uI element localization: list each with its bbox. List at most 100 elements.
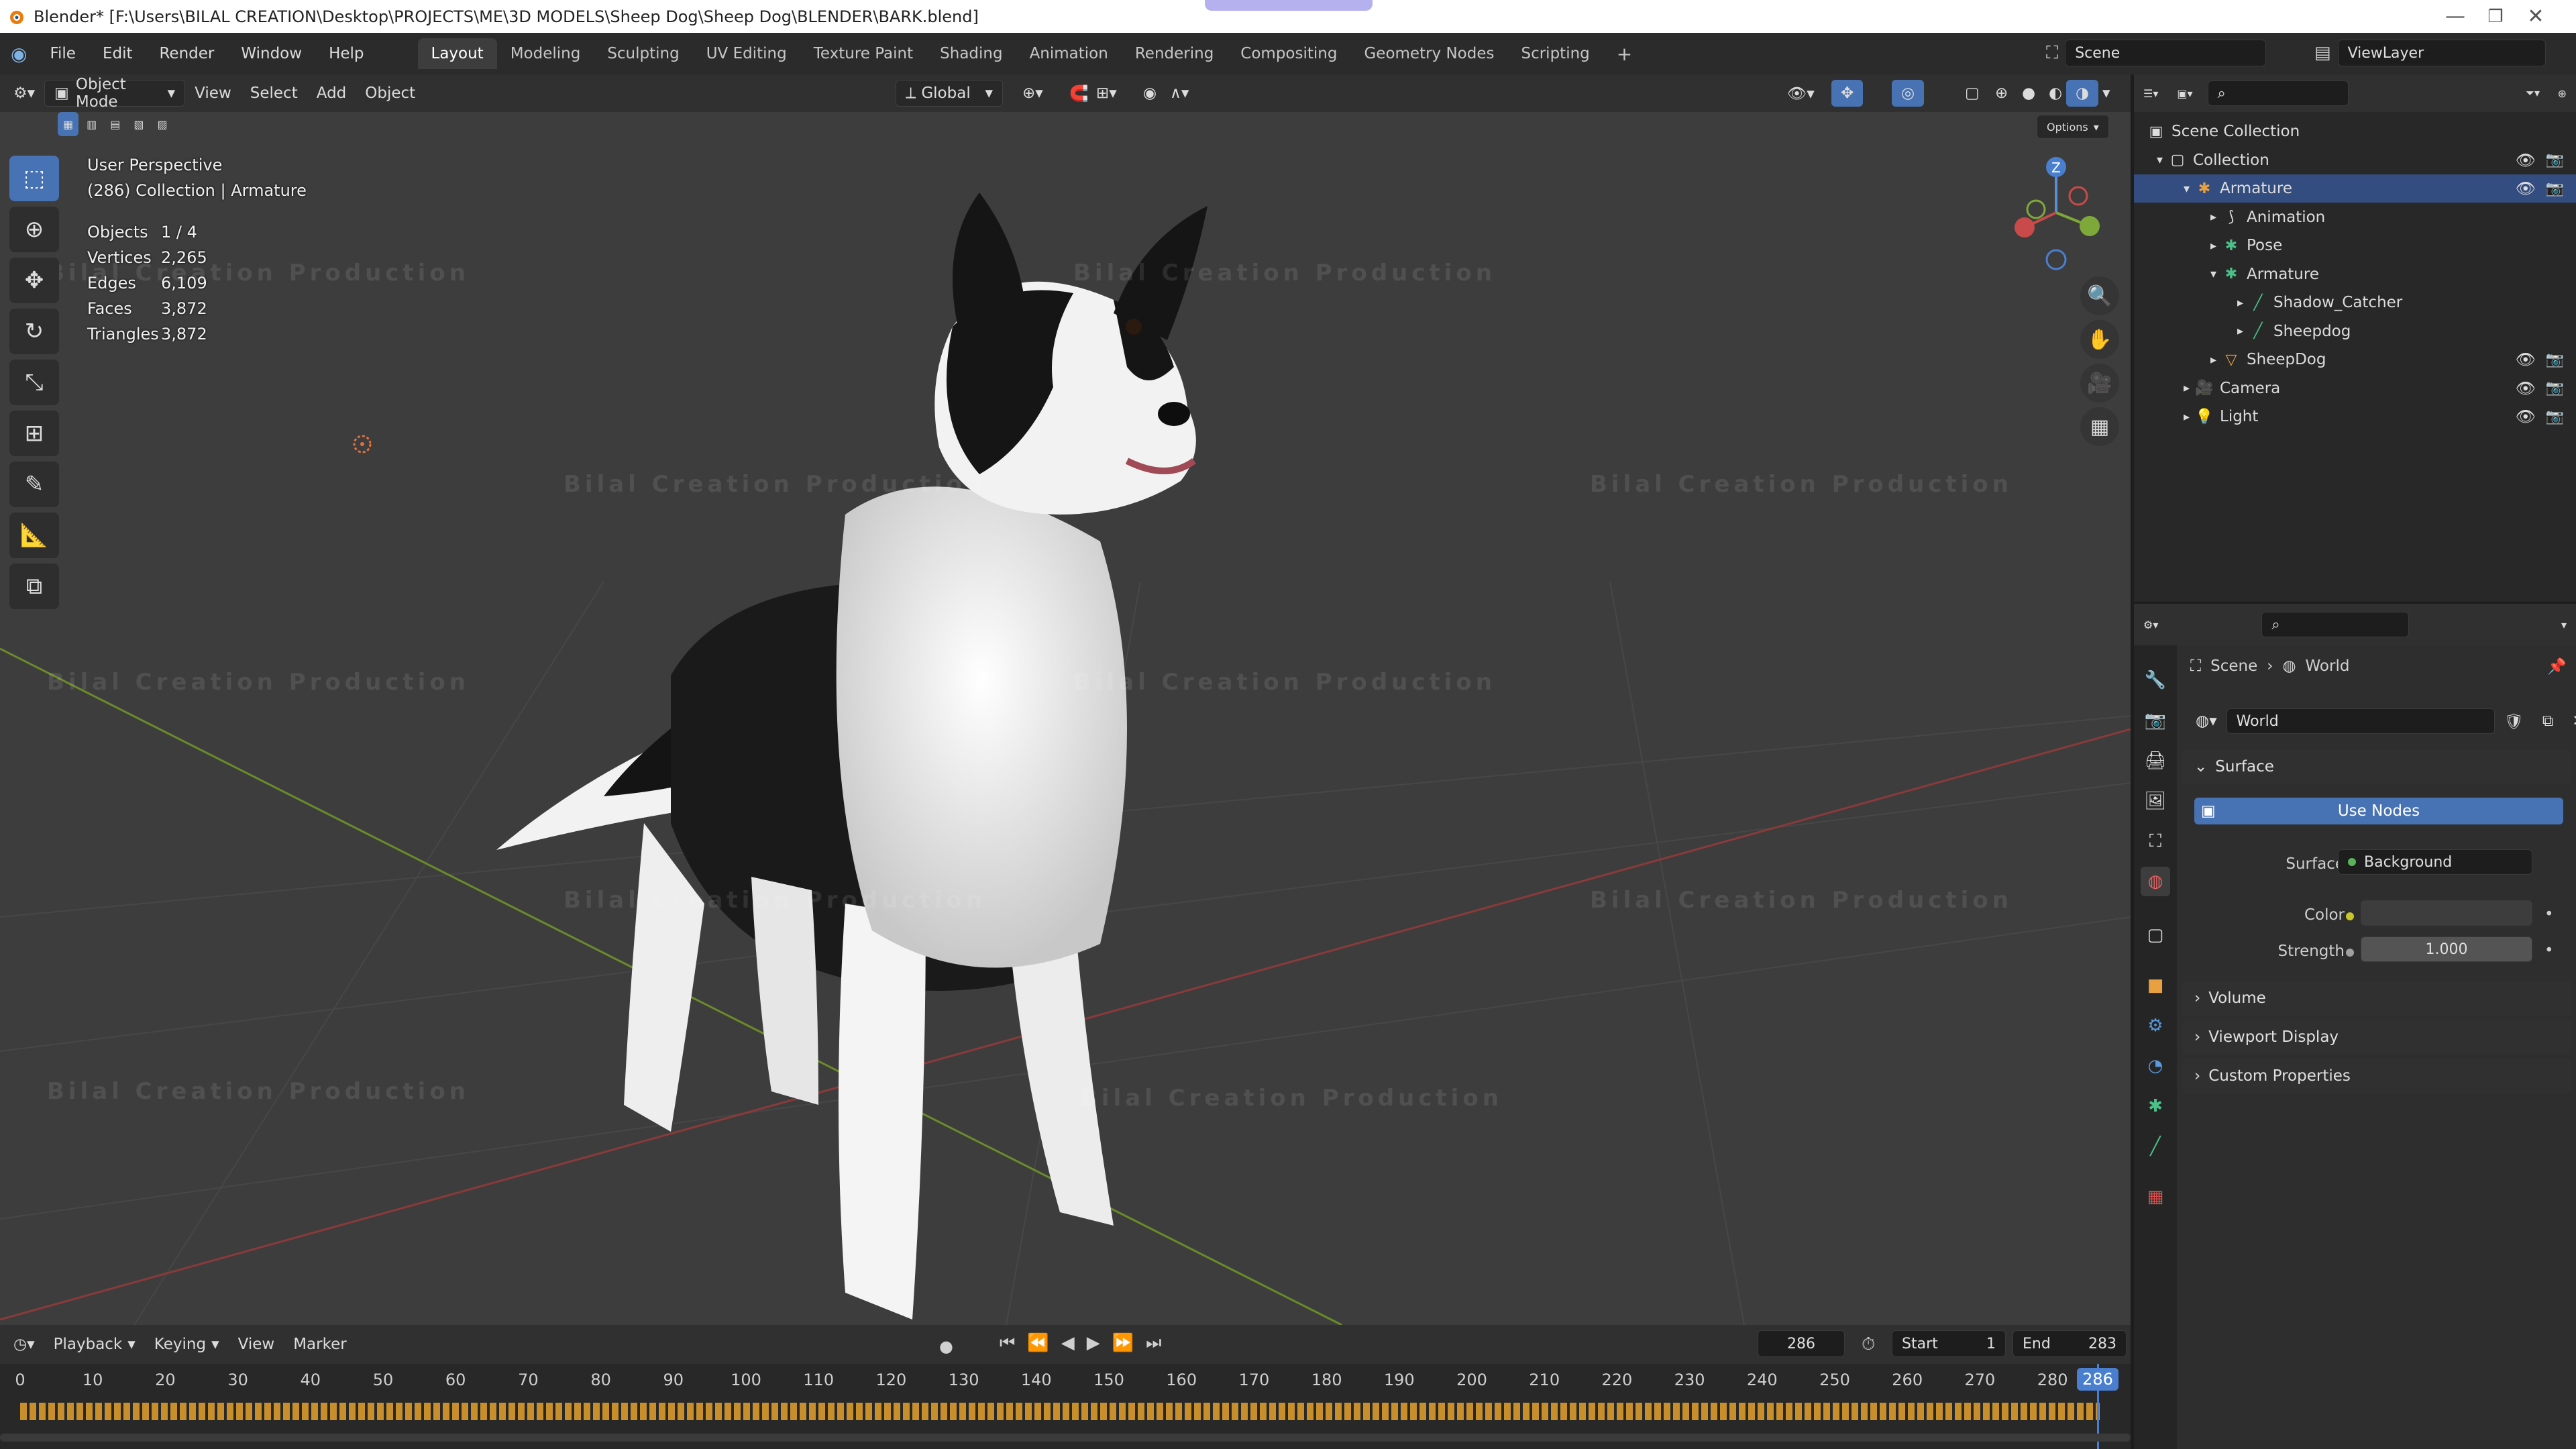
cursor-tool-icon[interactable]: ⊕ xyxy=(9,207,59,252)
blender-menu-icon[interactable]: ◉ xyxy=(11,43,27,65)
mode-selector[interactable]: ▣ Object Mode ▾ xyxy=(44,76,186,111)
viewport-display-panel-header[interactable]: › Viewport Display xyxy=(2182,1020,2571,1055)
menu-keying[interactable]: Keying ▾ xyxy=(145,1331,229,1358)
outliner-row[interactable]: ▸ ✱ Pose xyxy=(2134,231,2576,260)
rotate-tool-icon[interactable]: ↻ xyxy=(9,309,59,354)
outliner-editor-icon[interactable]: ☰▾ xyxy=(2134,80,2167,107)
menu-file[interactable]: File xyxy=(36,45,89,62)
tab-rendering[interactable]: Rendering xyxy=(1122,38,1227,69)
view-layer-selector[interactable]: ViewLayer xyxy=(2337,40,2546,66)
render-visibility-icon[interactable]: 📷 xyxy=(2546,380,2564,396)
tool-tab-icon[interactable]: 🔧 xyxy=(2141,665,2170,695)
tab-scripting[interactable]: Scripting xyxy=(1507,38,1603,69)
add-workspace-button[interactable]: + xyxy=(1603,36,1646,72)
outliner-row[interactable]: ▸ ▽ SheepDog 👁 📷 xyxy=(2134,345,2576,374)
world-name-field[interactable]: World xyxy=(2226,708,2495,734)
menu-add[interactable]: Add xyxy=(307,80,356,107)
outliner-row[interactable]: ▸ ╱ Sheepdog xyxy=(2134,317,2576,345)
xray-toggle-icon[interactable]: ▢ xyxy=(1955,80,1989,107)
render-visibility-icon[interactable]: 📷 xyxy=(2546,152,2564,168)
render-tab-icon[interactable]: 📷 xyxy=(2141,706,2170,735)
color-swatch[interactable] xyxy=(2361,900,2532,926)
object-tab-icon[interactable]: ■ xyxy=(2141,971,2170,1000)
close-window-button[interactable]: ✕ xyxy=(2496,0,2576,33)
visibility-eye-icon[interactable]: 👁 xyxy=(2516,379,2536,398)
window-drag-indicator[interactable] xyxy=(1205,0,1373,11)
keyframe-strip[interactable] xyxy=(20,1403,2100,1420)
menu-window[interactable]: Window xyxy=(227,45,315,62)
physics-tab-icon[interactable]: ◔ xyxy=(2141,1051,2170,1081)
display-mode-icon[interactable]: ▣▾ xyxy=(2167,80,2202,107)
tab-texture-paint[interactable]: Texture Paint xyxy=(800,38,926,69)
chevron-right-icon[interactable]: ▸ xyxy=(2237,296,2249,310)
play-icon[interactable]: ▶ xyxy=(1087,1333,1100,1354)
navigation-gizmo[interactable]: Z xyxy=(2006,152,2106,273)
keyframe-dot-icon[interactable]: • xyxy=(2544,906,2554,923)
measure-tool-icon[interactable]: 📐 xyxy=(9,513,59,558)
tab-sculpting[interactable]: Sculpting xyxy=(594,38,692,69)
visibility-eye-icon[interactable]: 👁 xyxy=(2516,151,2536,170)
use-nodes-button[interactable]: ▣ Use Nodes xyxy=(2194,798,2563,824)
render-visibility-icon[interactable]: 📷 xyxy=(2546,180,2564,197)
move-tool-icon[interactable]: ✥ xyxy=(9,258,59,303)
surface-panel-header[interactable]: ⌄ Surface xyxy=(2182,749,2571,784)
scene-icon[interactable]: ⛶ xyxy=(2046,43,2058,64)
visibility-icon[interactable]: 👁▾ xyxy=(1778,80,1824,107)
chevron-right-icon[interactable]: ▸ xyxy=(2210,353,2222,367)
snap-target-icon[interactable]: ⊞▾ xyxy=(1087,80,1126,107)
menu-playback[interactable]: Playback ▾ xyxy=(44,1331,145,1358)
perspective-grid-icon[interactable]: ▦ xyxy=(2080,407,2119,446)
chevron-right-icon[interactable]: ▸ xyxy=(2210,239,2222,253)
world-tab-icon[interactable]: ◍ xyxy=(2141,867,2170,896)
menu-select[interactable]: Select xyxy=(241,80,307,107)
jump-start-icon[interactable]: ⏮ xyxy=(1000,1333,1015,1354)
view-layer-tab-icon[interactable]: 🖼 xyxy=(2141,786,2170,816)
outliner-row[interactable]: ▸ 🎥 Camera 👁 📷 xyxy=(2134,374,2576,402)
stopwatch-icon[interactable]: ⏱ xyxy=(1862,1334,1875,1355)
tab-layout[interactable]: Layout xyxy=(417,38,497,69)
zoom-icon[interactable]: 🔍 xyxy=(2080,276,2119,315)
bone-tab-icon[interactable]: ╱ xyxy=(2141,1132,2170,1161)
menu-view[interactable]: View xyxy=(185,80,241,107)
outliner-search-input[interactable]: ⌕ xyxy=(2207,80,2349,106)
overlay-toggle-icon[interactable]: ◎ xyxy=(1892,80,1925,107)
custom-properties-panel-header[interactable]: › Custom Properties xyxy=(2182,1059,2571,1093)
menu-edit[interactable]: Edit xyxy=(89,45,146,62)
pivot-icon[interactable]: ⊕▾ xyxy=(1013,80,1053,107)
properties-editor-icon[interactable]: ⚙▾ xyxy=(2134,611,2167,638)
unlink-icon[interactable]: ✕ xyxy=(2563,708,2576,735)
duplicate-icon[interactable]: ⧉ xyxy=(2533,708,2563,735)
chevron-down-icon[interactable]: ▾ xyxy=(2184,182,2196,196)
tab-uv-editing[interactable]: UV Editing xyxy=(693,38,800,69)
timeline-track[interactable]: 0 10 20 30 40 50 60 70 80 90 100 110 120 130 140 150 160… xyxy=(0,1364,2131,1449)
menu-render[interactable]: Render xyxy=(146,45,227,62)
tab-compositing[interactable]: Compositing xyxy=(1227,38,1350,69)
end-frame-field[interactable]: End 283 xyxy=(2012,1330,2127,1357)
3d-viewport[interactable]: ▦ ▥ ▤ ▧ ▨ Options ▾ User Perspective (28… xyxy=(0,112,2131,1325)
timeline-editor-icon[interactable]: ◷▾ xyxy=(4,1331,44,1358)
visibility-eye-icon[interactable]: 👁 xyxy=(2516,179,2536,198)
world-browse-icon[interactable]: ◍▾ xyxy=(2186,708,2226,735)
armature-data-tab-icon[interactable]: ✱ xyxy=(2141,1091,2170,1121)
strength-field[interactable]: 1.000 xyxy=(2361,936,2532,962)
play-reverse-icon[interactable]: ◀ xyxy=(1061,1333,1075,1354)
outliner-row[interactable]: ▾ ▢ Collection 👁 📷 xyxy=(2134,146,2576,174)
output-tab-icon[interactable]: 🖨 xyxy=(2141,746,2170,775)
surface-shader-selector[interactable]: Background xyxy=(2338,849,2532,875)
visibility-eye-icon[interactable]: 👁 xyxy=(2516,407,2536,426)
tab-geometry-nodes[interactable]: Geometry Nodes xyxy=(1350,38,1507,69)
tab-modeling[interactable]: Modeling xyxy=(497,38,594,69)
outliner-row[interactable]: ▾ ✱ Armature xyxy=(2134,260,2576,288)
outliner-row[interactable]: ▸ ⟆ Animation xyxy=(2134,203,2576,231)
breadcrumb-world[interactable]: World xyxy=(2306,657,2350,675)
menu-marker[interactable]: Marker xyxy=(284,1331,356,1358)
value-socket-icon[interactable] xyxy=(2346,949,2354,957)
editor-type-icon[interactable]: ⚙▾ xyxy=(4,80,44,107)
pan-hand-icon[interactable]: ✋ xyxy=(2080,320,2119,359)
menu-help[interactable]: Help xyxy=(315,45,377,62)
falloff-icon[interactable]: ∧▾ xyxy=(1161,80,1198,107)
pin-icon[interactable]: 📌 xyxy=(2547,657,2567,676)
view-layer-icon[interactable]: ▤ xyxy=(2314,43,2331,63)
chevron-right-icon[interactable]: ▸ xyxy=(2210,210,2222,224)
chevron-down-icon[interactable]: ▾ xyxy=(2210,267,2222,281)
